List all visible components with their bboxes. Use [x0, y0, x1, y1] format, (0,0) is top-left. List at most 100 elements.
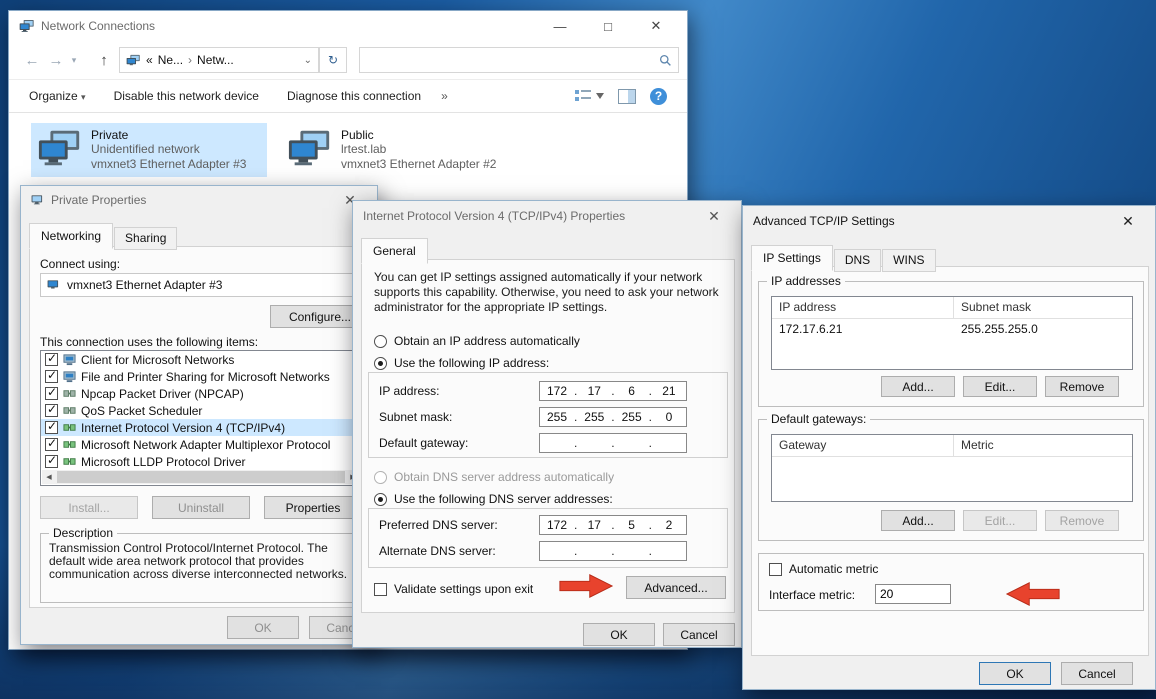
radio-icon[interactable] [374, 357, 387, 370]
checkbox[interactable] [45, 404, 58, 417]
search-box[interactable] [359, 47, 679, 73]
checkbox[interactable] [374, 583, 387, 596]
tab-ip-settings[interactable]: IP Settings [751, 245, 833, 271]
preferred-dns-field[interactable]: 172. 17. 5. 2 [539, 515, 687, 535]
radio-icon[interactable] [374, 335, 387, 348]
checkbox[interactable] [45, 353, 58, 366]
checkbox[interactable] [45, 387, 58, 400]
ip-address-field[interactable]: 172. 17. 6. 21 [539, 381, 687, 401]
horizontal-scrollbar[interactable]: ◀ ▶ [42, 470, 360, 484]
column-subnet-mask[interactable]: Subnet mask [954, 297, 1132, 318]
scrollbar-thumb[interactable] [57, 471, 345, 483]
minimize-button[interactable]: — [539, 11, 581, 41]
item-properties-button[interactable]: Properties [264, 496, 362, 519]
edit-gateway-button[interactable]: Edit... [963, 510, 1037, 531]
dialog-titlebar[interactable]: Advanced TCP/IP Settings ✕ [743, 206, 1155, 236]
protocol-icon [63, 455, 76, 468]
connection-item-private[interactable]: Private Unidentified network vmxnet3 Eth… [31, 123, 267, 177]
radio-label: Obtain DNS server address automatically [394, 470, 614, 484]
preview-pane-icon[interactable] [618, 89, 636, 104]
tab-networking[interactable]: Networking [29, 223, 113, 249]
list-item-selected[interactable]: Internet Protocol Version 4 (TCP/IPv4) [41, 419, 361, 436]
list-item[interactable]: QoS Packet Scheduler [41, 402, 361, 419]
radio-obtain-dns[interactable]: Obtain DNS server address automatically [374, 470, 614, 484]
forward-icon[interactable]: → [45, 47, 67, 73]
connection-items-list[interactable]: Client for Microsoft Networks File and P… [40, 350, 362, 486]
list-item-label: Npcap Packet Driver (NPCAP) [81, 387, 244, 401]
edit-ip-button[interactable]: Edit... [963, 376, 1037, 397]
cancel-button[interactable]: Cancel [1061, 662, 1133, 685]
radio-use-dns[interactable]: Use the following DNS server addresses: [374, 492, 613, 506]
dialog-titlebar[interactable]: Private Properties ✕ [21, 186, 377, 214]
chevron-down-icon[interactable]: ⌄ [304, 55, 312, 66]
checkbox[interactable] [45, 370, 58, 383]
add-ip-button[interactable]: Add... [881, 376, 955, 397]
organize-menu[interactable]: Organize ▾ [29, 89, 86, 103]
ok-button[interactable]: OK [227, 616, 299, 639]
breadcrumb-overflow[interactable]: « [146, 53, 153, 67]
ok-button[interactable]: OK [583, 623, 655, 646]
remove-gateway-button[interactable]: Remove [1045, 510, 1119, 531]
list-item[interactable]: Client for Microsoft Networks [41, 351, 361, 368]
advanced-button[interactable]: Advanced... [626, 576, 726, 599]
dialog-titlebar[interactable]: Internet Protocol Version 4 (TCP/IPv4) P… [353, 201, 741, 231]
automatic-metric-checkbox[interactable]: Automatic metric [769, 562, 878, 576]
validate-checkbox[interactable]: Validate settings upon exit [374, 582, 533, 596]
radio-use-ip[interactable]: Use the following IP address: [374, 356, 549, 370]
tab-dns[interactable]: DNS [834, 249, 881, 272]
checkbox[interactable] [45, 438, 58, 451]
refresh-button[interactable]: ↻ [319, 47, 347, 73]
close-icon[interactable]: ✕ [1111, 208, 1145, 234]
list-item[interactable]: File and Printer Sharing for Microsoft N… [41, 368, 361, 385]
back-icon[interactable]: ← [21, 47, 43, 73]
install-button[interactable]: Install... [40, 496, 138, 519]
close-button[interactable]: ✕ [635, 11, 677, 41]
radio-icon[interactable] [374, 493, 387, 506]
listview-row[interactable]: 172.17.6.21 255.255.255.0 [772, 319, 1132, 339]
checkbox[interactable] [769, 563, 782, 576]
close-icon[interactable]: ✕ [697, 203, 731, 229]
radio-label: Obtain an IP address automatically [394, 334, 580, 348]
breadcrumb-crumb-connections[interactable]: Netw... [197, 53, 234, 67]
help-icon[interactable]: ? [650, 88, 667, 105]
maximize-button[interactable]: □ [587, 11, 629, 41]
up-icon[interactable]: ↑ [93, 47, 115, 73]
uninstall-button[interactable]: Uninstall [152, 496, 250, 519]
view-options-icon[interactable] [574, 88, 604, 104]
tab-wins[interactable]: WINS [882, 249, 935, 272]
tab-sharing[interactable]: Sharing [114, 227, 177, 250]
diagnose-command[interactable]: Diagnose this connection [287, 89, 421, 103]
column-gateway[interactable]: Gateway [772, 435, 954, 456]
column-ip-address[interactable]: IP address [772, 297, 954, 318]
column-metric[interactable]: Metric [954, 435, 1132, 456]
breadcrumb-crumb-network[interactable]: Ne... [158, 53, 183, 67]
add-gateway-button[interactable]: Add... [881, 510, 955, 531]
alternate-dns-field[interactable]: . . . [539, 541, 687, 561]
toolbar-overflow-icon[interactable]: » [441, 89, 448, 103]
remove-ip-button[interactable]: Remove [1045, 376, 1119, 397]
ip-addresses-listview[interactable]: IP address Subnet mask 172.17.6.21 255.2… [771, 296, 1133, 370]
recent-locations-icon[interactable]: ▾ [67, 47, 81, 73]
ok-button[interactable]: OK [979, 662, 1051, 685]
breadcrumb[interactable]: « Ne... › Netw... ⌄ [119, 47, 319, 73]
interface-metric-input[interactable] [875, 584, 951, 604]
search-input[interactable] [366, 53, 659, 67]
tab-general[interactable]: General [361, 238, 428, 264]
default-gateway-field[interactable]: . . . [539, 433, 687, 453]
connection-item-public[interactable]: Public lrtest.lab vmxnet3 Ethernet Adapt… [281, 123, 517, 177]
list-item[interactable]: Microsoft Network Adapter Multiplexor Pr… [41, 436, 361, 453]
window-titlebar[interactable]: Network Connections — □ ✕ [9, 11, 687, 41]
subnet-mask-field[interactable]: 255. 255. 255. 0 [539, 407, 687, 427]
radio-icon[interactable] [374, 471, 387, 484]
cancel-button[interactable]: Cancel [663, 623, 735, 646]
list-item[interactable]: Npcap Packet Driver (NPCAP) [41, 385, 361, 402]
description-heading: Description [49, 526, 117, 540]
radio-obtain-ip[interactable]: Obtain an IP address automatically [374, 334, 580, 348]
gateways-listview[interactable]: Gateway Metric [771, 434, 1133, 502]
checkbox[interactable] [45, 421, 58, 434]
disable-device-command[interactable]: Disable this network device [114, 89, 259, 103]
list-item[interactable]: Microsoft LLDP Protocol Driver [41, 453, 361, 470]
scroll-left-icon[interactable]: ◀ [42, 470, 56, 484]
checkbox[interactable] [45, 455, 58, 468]
search-icon[interactable] [659, 54, 672, 67]
